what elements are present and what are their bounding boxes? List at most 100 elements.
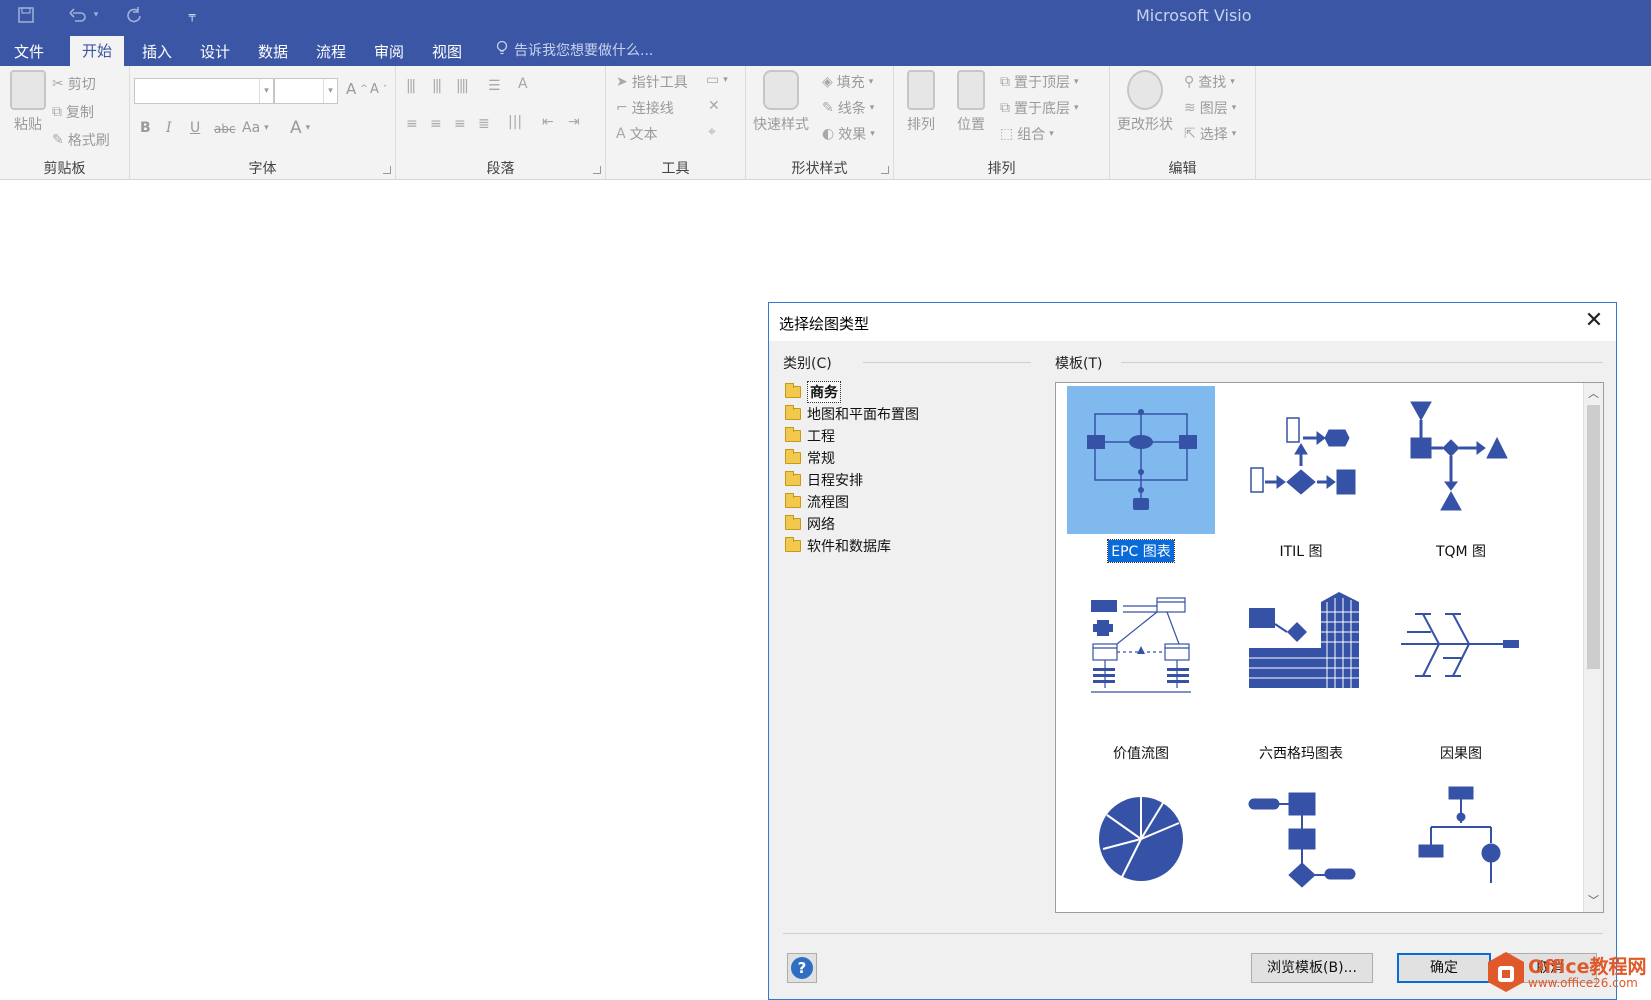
align-center-button[interactable]: ≡ bbox=[430, 116, 442, 132]
undo-icon[interactable] bbox=[66, 4, 90, 26]
chevron-up-icon[interactable]: ︿ bbox=[1584, 385, 1603, 403]
fill-button[interactable]: ◈填充▾ bbox=[822, 72, 873, 92]
position-label: 位置 bbox=[957, 117, 985, 133]
format-painter-button[interactable]: ✎格式刷 bbox=[52, 130, 110, 150]
tab-insert[interactable]: 插入 bbox=[130, 40, 184, 66]
tab-process[interactable]: 流程 bbox=[304, 40, 358, 66]
paragraph-dialog-launcher-icon[interactable] bbox=[593, 166, 601, 174]
connection-point-button[interactable]: ⌖ bbox=[708, 124, 716, 140]
align-middle-button[interactable]: ||| bbox=[432, 78, 440, 94]
epc-diagram-icon bbox=[1067, 386, 1215, 534]
category-item[interactable]: 地图和平面布置图 bbox=[785, 403, 1045, 425]
layers-button[interactable]: ≋图层▾ bbox=[1184, 98, 1236, 118]
text-tool-button[interactable]: A文本 bbox=[616, 124, 658, 144]
quick-styles-button[interactable]: 快速样式 bbox=[750, 70, 812, 134]
bring-to-front-button[interactable]: ⧉置于顶层▾ bbox=[1000, 72, 1079, 92]
position-button[interactable]: 位置 bbox=[946, 70, 996, 134]
tab-home[interactable]: 开始 bbox=[70, 36, 124, 66]
template-six-sigma[interactable]: 六西格玛图表 bbox=[1226, 588, 1376, 764]
increase-indent-button[interactable]: ⇥ bbox=[568, 114, 580, 130]
format-painter-label: 格式刷 bbox=[68, 130, 110, 150]
category-item[interactable]: 网络 bbox=[785, 513, 1045, 535]
connector-button[interactable]: ⌐连接线 bbox=[616, 98, 674, 118]
tab-design[interactable]: 设计 bbox=[188, 40, 242, 66]
chevron-down-icon: ▾ bbox=[259, 79, 273, 103]
scrollbar-thumb[interactable] bbox=[1587, 405, 1600, 669]
change-case-button[interactable]: Aa▾ bbox=[242, 120, 269, 136]
category-item[interactable]: 流程图 bbox=[785, 491, 1045, 513]
template-gallery[interactable]: EPC 图表 ITIL 图 bbox=[1055, 382, 1604, 913]
close-icon[interactable]: ✕ bbox=[1580, 307, 1608, 335]
rectangle-tool-button[interactable]: ▭▾ bbox=[706, 72, 728, 88]
align-left-button[interactable]: ≡ bbox=[406, 116, 418, 132]
template-tqm[interactable]: TQM 图 bbox=[1386, 386, 1536, 562]
template-epc[interactable]: EPC 图表 bbox=[1066, 386, 1216, 562]
text-tool-icon: A bbox=[616, 126, 626, 142]
strikethrough-button[interactable]: abc bbox=[214, 122, 236, 136]
category-item[interactable]: 商务 bbox=[785, 381, 1045, 403]
paste-button[interactable]: 粘贴 bbox=[0, 70, 56, 134]
category-list[interactable]: 商务 地图和平面布置图 工程 常规 日程安排 流程图 网络 软件和数据库 bbox=[785, 381, 1045, 557]
template-value-stream[interactable]: 价值流图 bbox=[1066, 588, 1216, 764]
text-direction-icon: A bbox=[518, 76, 528, 92]
tab-file[interactable]: 文件 bbox=[2, 40, 56, 66]
change-shape-button[interactable]: 更改形状 bbox=[1112, 70, 1178, 134]
italic-button[interactable]: I bbox=[166, 120, 172, 136]
site-watermark: Office教程网 www.office26.com bbox=[1488, 948, 1648, 996]
customize-qat-icon[interactable]: ╤ bbox=[180, 4, 204, 26]
align-bottom-button[interactable]: |||| bbox=[456, 78, 467, 94]
effects-button[interactable]: ◐效果▾ bbox=[822, 124, 875, 144]
category-item[interactable]: 工程 bbox=[785, 425, 1045, 447]
template-cause-effect[interactable]: 因果图 bbox=[1386, 588, 1536, 764]
template-itil[interactable]: ITIL 图 bbox=[1226, 386, 1376, 562]
category-item[interactable]: 常规 bbox=[785, 447, 1045, 469]
tools-group-label: 工具 bbox=[606, 158, 745, 178]
save-icon[interactable] bbox=[14, 4, 38, 26]
group-button[interactable]: ⬚组合▾ bbox=[1000, 124, 1054, 144]
font-size-combo[interactable]: ▾ bbox=[274, 78, 338, 104]
align-right-button[interactable]: ≡ bbox=[454, 116, 466, 132]
category-item[interactable]: 日程安排 bbox=[785, 469, 1045, 491]
template-caption: EPC 图表 bbox=[1108, 540, 1174, 562]
close-tool-button[interactable]: ✕ bbox=[708, 98, 720, 114]
bullets-button[interactable]: ☰ bbox=[488, 78, 501, 94]
font-dialog-launcher-icon[interactable] bbox=[383, 166, 391, 174]
tab-review[interactable]: 审阅 bbox=[362, 40, 416, 66]
decrease-indent-button[interactable]: ⇤ bbox=[542, 114, 554, 130]
justify-button[interactable]: ≣ bbox=[478, 116, 490, 132]
shrink-font-button[interactable]: Aˇ bbox=[370, 82, 387, 97]
redo-icon[interactable] bbox=[122, 4, 146, 26]
template-org[interactable] bbox=[1386, 783, 1536, 913]
underline-button[interactable]: U bbox=[190, 120, 200, 136]
bold-button[interactable]: B bbox=[140, 120, 151, 136]
text-tool-label: 文本 bbox=[630, 124, 658, 144]
help-button[interactable]: ? bbox=[787, 953, 817, 983]
chevron-down-icon[interactable]: ﹀ bbox=[1584, 892, 1603, 910]
text-direction-button[interactable]: A bbox=[518, 76, 528, 92]
tab-data[interactable]: 数据 bbox=[246, 40, 300, 66]
grow-font-button[interactable]: A^ bbox=[346, 80, 368, 98]
tab-view[interactable]: 视图 bbox=[420, 40, 474, 66]
shape-styles-launcher-icon[interactable] bbox=[881, 166, 889, 174]
ok-button[interactable]: 确定 bbox=[1397, 953, 1491, 983]
align-top-button[interactable]: ||| bbox=[406, 78, 414, 94]
align-shapes-button[interactable]: 排列 bbox=[896, 70, 946, 134]
pencil-icon: ✎ bbox=[822, 100, 834, 116]
template-scrollbar[interactable]: ︿ ﹀ bbox=[1583, 383, 1603, 912]
line-button[interactable]: ✎线条▾ bbox=[822, 98, 874, 118]
font-color-button[interactable]: A▾ bbox=[290, 118, 310, 138]
font-name-combo[interactable]: ▾ bbox=[134, 78, 274, 104]
send-to-back-button[interactable]: ⧉置于底层▾ bbox=[1000, 98, 1079, 118]
copy-button[interactable]: ⧉复制 bbox=[52, 102, 94, 122]
cut-button[interactable]: ✂剪切 bbox=[52, 74, 96, 94]
select-button[interactable]: ⇱选择▾ bbox=[1184, 124, 1236, 144]
find-button[interactable]: ⚲查找▾ bbox=[1184, 72, 1235, 92]
template-pie[interactable] bbox=[1066, 783, 1216, 913]
undo-dropdown-icon[interactable]: ▾ bbox=[90, 4, 102, 26]
pointer-tool-button[interactable]: ➤指针工具 bbox=[616, 72, 688, 92]
vertical-text-button[interactable]: ||| bbox=[508, 114, 522, 130]
tell-me-box[interactable]: 告诉我您想要做什么... bbox=[496, 40, 653, 60]
template-flow[interactable] bbox=[1226, 783, 1376, 913]
browse-templates-button[interactable]: 浏览模板(B)... bbox=[1251, 953, 1373, 983]
category-item[interactable]: 软件和数据库 bbox=[785, 535, 1045, 557]
